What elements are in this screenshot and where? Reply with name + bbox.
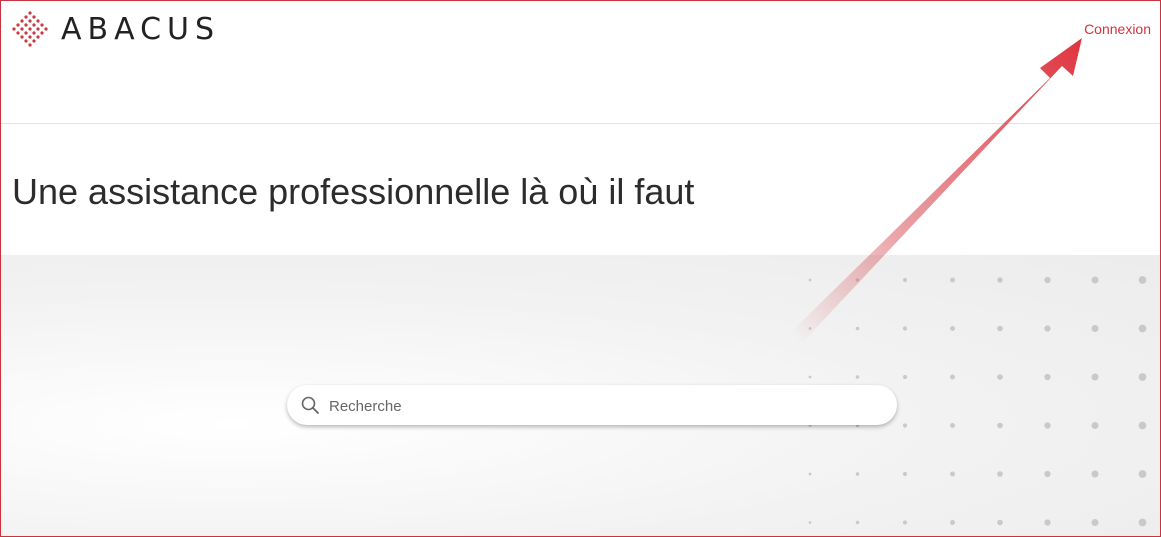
abacus-diamond-dots-icon xyxy=(12,11,48,47)
logo[interactable]: ABACUS xyxy=(11,10,220,48)
brand-name: ABACUS xyxy=(61,11,221,47)
page-frame: ABACUS Connexion Une assistance professi… xyxy=(0,0,1161,537)
hero-search-section xyxy=(1,255,1160,536)
header: ABACUS Connexion xyxy=(1,1,1160,124)
search-icon xyxy=(301,396,319,414)
page-headline: Une assistance professionnelle là où il … xyxy=(12,171,695,212)
search-bar[interactable] xyxy=(287,385,897,427)
search-input[interactable] xyxy=(327,385,881,427)
login-link[interactable]: Connexion xyxy=(1084,21,1151,37)
